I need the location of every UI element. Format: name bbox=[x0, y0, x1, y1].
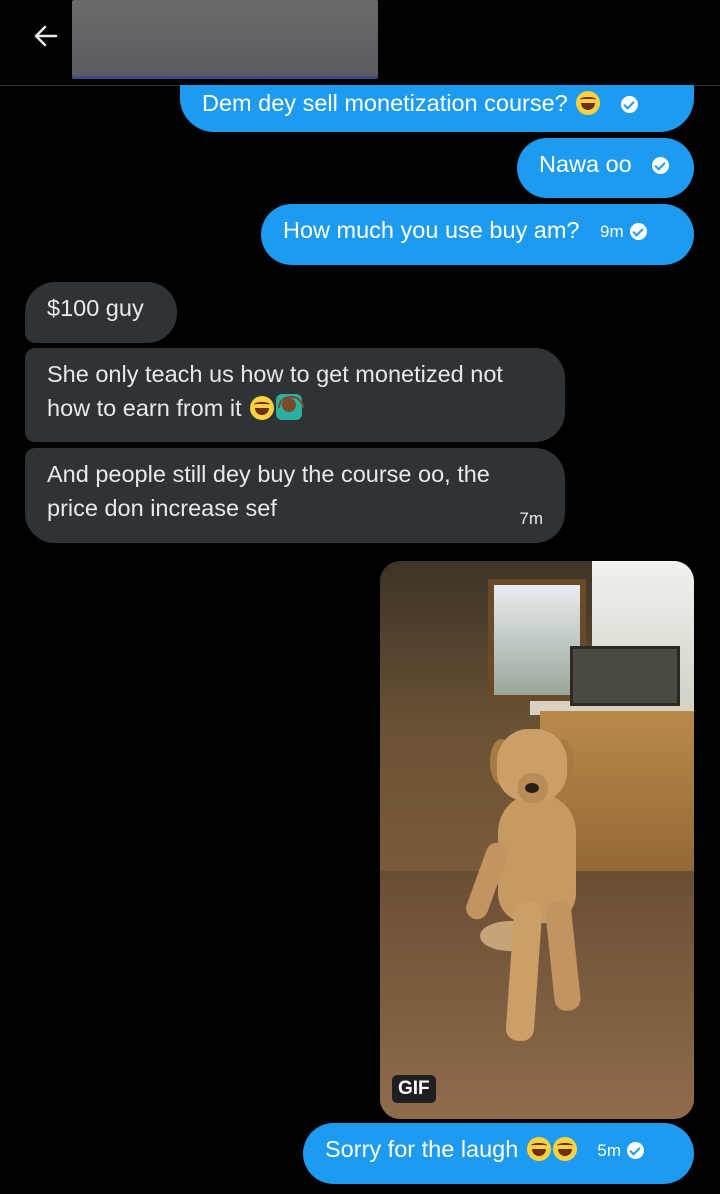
conversation-header bbox=[0, 0, 720, 86]
back-button[interactable] bbox=[22, 16, 70, 56]
message-time: 5m bbox=[597, 1140, 622, 1160]
message-text: Nawa oo bbox=[539, 151, 632, 177]
message-text: She only teach us how to get monetized n… bbox=[47, 361, 503, 421]
seen-check-icon bbox=[620, 96, 638, 114]
face-with-tears-of-joy-icon bbox=[250, 396, 275, 420]
dog-nose bbox=[525, 783, 539, 793]
face-with-tears-of-joy-icon bbox=[576, 91, 601, 115]
message-bubble-outgoing[interactable]: Nawa oo bbox=[517, 138, 694, 198]
message-bubble-incoming[interactable]: She only teach us how to get monetized n… bbox=[25, 348, 565, 442]
message-text: How much you use buy am? bbox=[283, 217, 580, 243]
gif-scene-aquarium bbox=[570, 646, 680, 706]
seen-check-icon bbox=[629, 223, 647, 241]
gif-badge: GIF bbox=[392, 1075, 436, 1103]
seen-check-icon bbox=[627, 1142, 645, 1160]
message-bubble-outgoing[interactable]: How much you use buy am? 9m bbox=[261, 204, 694, 265]
face-with-tears-of-joy-icon bbox=[526, 1137, 551, 1161]
seen-check-icon bbox=[652, 157, 670, 175]
message-bubble-incoming[interactable]: And people still dey buy the course oo, … bbox=[25, 448, 565, 543]
face-with-tears-of-joy-icon bbox=[552, 1137, 577, 1161]
message-bubble-incoming[interactable]: $100 guy bbox=[25, 282, 177, 343]
message-bubble-outgoing[interactable]: Sorry for the laugh 5m bbox=[303, 1123, 694, 1184]
person-gesturing-no-icon bbox=[276, 394, 305, 420]
message-text: And people still dey buy the course oo, … bbox=[47, 461, 490, 521]
message-text: $100 guy bbox=[47, 295, 144, 321]
redacted-contact-name bbox=[72, 0, 378, 76]
gif-attachment[interactable]: GIF bbox=[380, 561, 694, 1119]
arrow-left-icon bbox=[34, 25, 58, 47]
message-bubble-outgoing[interactable]: Dem dey sell monetization course? bbox=[180, 85, 694, 132]
message-text: Sorry for the laugh bbox=[325, 1136, 519, 1162]
message-time: 9m bbox=[600, 221, 624, 241]
message-text: Dem dey sell monetization course? bbox=[202, 90, 568, 116]
message-time: 7m bbox=[519, 509, 543, 528]
